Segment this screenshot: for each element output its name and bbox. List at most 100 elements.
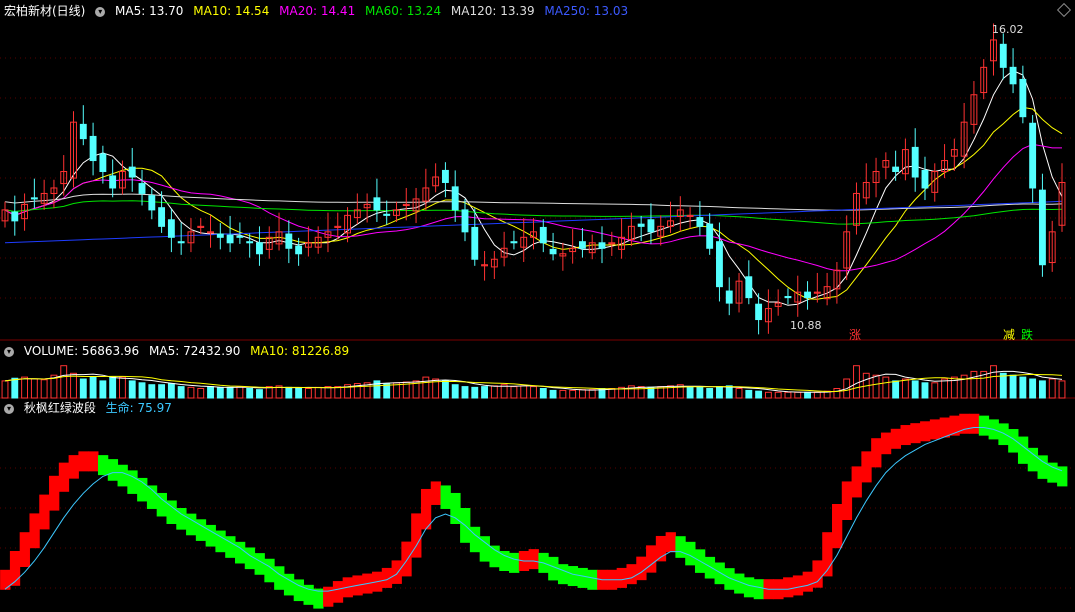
volume-bar [686, 386, 694, 399]
volume-bar [853, 365, 860, 399]
volume-bar [970, 370, 978, 399]
volume-bar [725, 385, 733, 399]
band-block [998, 423, 1009, 446]
candle-body [99, 153, 107, 173]
band-block [283, 573, 295, 596]
band-block [704, 556, 716, 579]
volume-bar [569, 389, 577, 399]
volume-bar [804, 391, 811, 399]
volume-bar [441, 380, 449, 399]
candle-body [177, 241, 185, 244]
candle-body [755, 303, 763, 321]
volume-bar [892, 380, 900, 399]
band-block [195, 519, 207, 541]
volume-bar [60, 365, 68, 399]
candle-body [148, 195, 156, 211]
candle-body [549, 248, 557, 255]
band-block [401, 541, 412, 577]
band-block [156, 492, 167, 517]
band-block [19, 532, 30, 567]
candle-body [236, 235, 244, 238]
volume-bar [882, 376, 890, 399]
band-block [548, 556, 559, 581]
volume-bar [990, 365, 997, 399]
band-block [107, 459, 119, 481]
band-block [391, 560, 402, 584]
band-block [29, 513, 40, 549]
candle-body [158, 207, 166, 227]
volume-bar [706, 388, 714, 399]
band-block [1017, 436, 1029, 464]
volume-bar [999, 372, 1007, 399]
volume-bar [784, 391, 792, 399]
volume-bar [774, 391, 782, 399]
volume-bar [1029, 378, 1037, 399]
volume-bar [177, 386, 185, 399]
band-block [440, 485, 451, 509]
band-block [890, 428, 902, 449]
band-block [792, 575, 804, 596]
volume-bar [256, 389, 263, 399]
die-marker: 跌 [1021, 327, 1033, 342]
candle-body [89, 135, 97, 162]
candle-body [1029, 122, 1037, 189]
candle-body [383, 213, 391, 216]
band-block [832, 504, 843, 549]
band-block [802, 571, 813, 592]
volume-bar [549, 389, 557, 399]
volume-bar [89, 376, 97, 399]
band-block [900, 425, 911, 446]
band-block [489, 545, 500, 568]
volume-bar [461, 386, 469, 399]
candle-body [911, 146, 919, 178]
volume-bar [334, 386, 342, 399]
volume-bar [119, 376, 126, 399]
volume-bar [481, 386, 489, 399]
volume-bar [911, 380, 919, 399]
candle-body [784, 296, 792, 299]
volume-bar [559, 389, 567, 399]
band-block [137, 477, 148, 502]
candle-body [578, 241, 586, 249]
candle-body [647, 219, 655, 233]
volume-bar [30, 378, 38, 399]
volume-bar [451, 384, 459, 399]
band-block [567, 566, 579, 587]
candle-body [1009, 66, 1017, 85]
zhang-marker: 涨 [849, 327, 861, 342]
candle-body [539, 226, 547, 244]
volume-bar [11, 377, 19, 399]
volume-bar [197, 388, 205, 399]
band-block [215, 530, 226, 553]
volume-bar [872, 374, 880, 399]
volume-bar [1, 380, 9, 399]
volume-bar [1058, 380, 1066, 399]
volume-bar [588, 389, 596, 399]
band-block [58, 462, 70, 492]
band-block [88, 451, 99, 472]
band-block [186, 513, 197, 536]
candle-body [999, 43, 1007, 68]
band-block [969, 413, 980, 434]
candle-body [637, 223, 645, 227]
high-price-label: 16.02 [992, 23, 1024, 36]
band-block [430, 481, 442, 505]
band-block [743, 577, 755, 598]
band-block [117, 464, 128, 487]
band-block [851, 466, 862, 498]
volume-bar [79, 378, 87, 399]
volume-bar [931, 382, 939, 399]
candle-body [451, 186, 459, 211]
band-block [225, 536, 236, 558]
band-block [254, 553, 265, 575]
volume-bar [755, 390, 763, 399]
volume-bar [314, 386, 322, 399]
candle-body [725, 290, 733, 304]
band-block [675, 536, 686, 558]
volume-bar [226, 386, 234, 399]
volume-bar [422, 376, 430, 399]
volume-bar [109, 376, 117, 399]
candle-body [167, 219, 175, 238]
band-block [97, 455, 109, 476]
volume-bar [530, 386, 537, 399]
